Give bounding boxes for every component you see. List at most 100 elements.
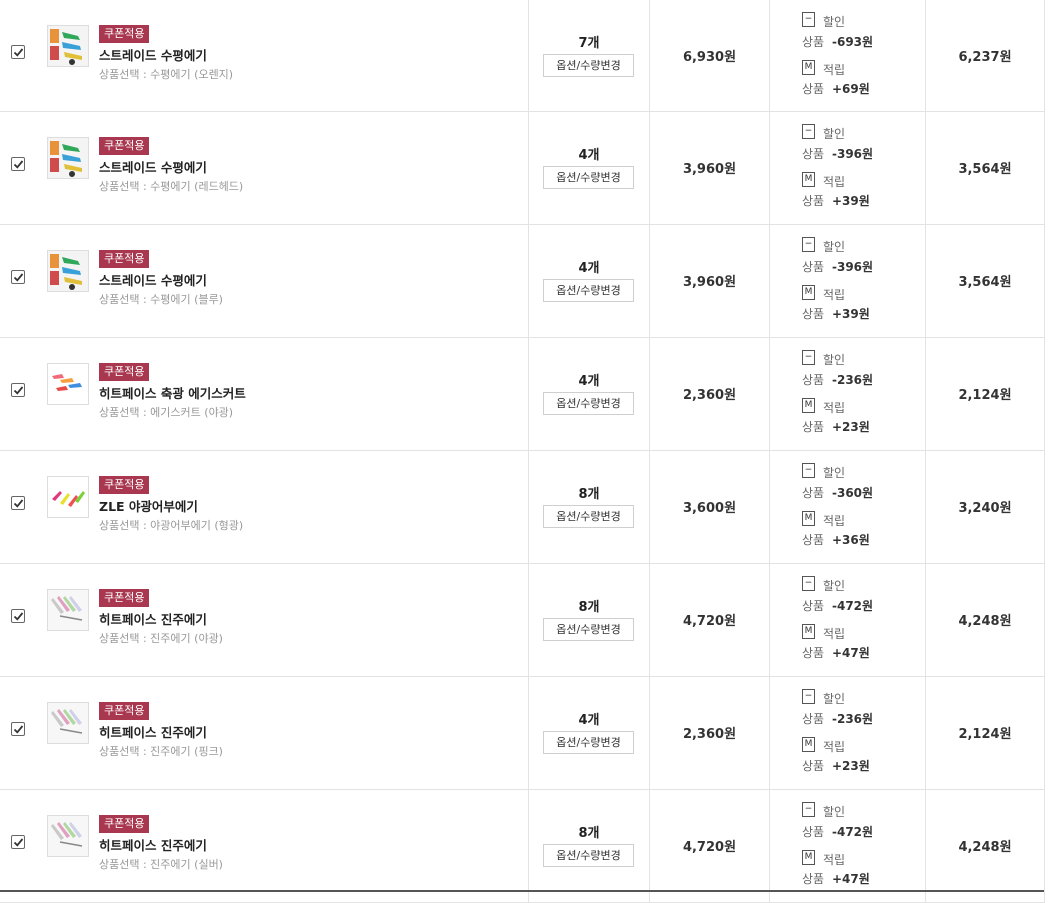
row-checkbox[interactable] [11, 383, 25, 397]
discount-amount: -693원 [832, 35, 874, 49]
product-name[interactable]: 스트레이드 수평에기 [99, 270, 207, 289]
product-name[interactable]: 히트페이스 진주에기 [99, 722, 207, 741]
select-cell [0, 0, 40, 111]
coupon-badge: 쿠폰적용 [99, 250, 150, 268]
points-label: 적립 [823, 514, 846, 528]
points-product-label: 상품 [802, 82, 825, 96]
points-product-label: 상품 [802, 194, 825, 208]
row-checkbox[interactable] [11, 157, 25, 171]
discount-icon: − [802, 802, 815, 817]
select-cell [0, 790, 40, 902]
change-option-button[interactable]: 옵션/수량변경 [543, 166, 634, 189]
product-name[interactable]: 히트페이스 진주에기 [99, 609, 207, 628]
row-checkbox[interactable] [11, 722, 25, 736]
quantity-cell: 4개 옵션/수량변경 [528, 225, 649, 337]
row-total: 3,564원 [958, 162, 1012, 177]
row-total: 6,237원 [958, 50, 1012, 65]
quantity-cell: 7개 옵션/수량변경 [528, 0, 649, 111]
benefit-cell: − 할인 상품 -236원 M 적립 상품 +23원 [769, 338, 925, 450]
price-cell: 6,930원 [649, 0, 769, 111]
product-name[interactable]: ZLE 야광어부에기 [99, 496, 198, 515]
product-price: 3,600원 [682, 501, 737, 516]
product-thumbnail[interactable] [47, 25, 89, 67]
discount-icon: − [802, 689, 815, 704]
total-cell: 4,248원 [925, 564, 1044, 676]
change-option-button[interactable]: 옵션/수량변경 [543, 54, 634, 77]
coupon-badge: 쿠폰적용 [99, 815, 150, 833]
change-option-button[interactable]: 옵션/수량변경 [543, 731, 634, 754]
check-icon [13, 725, 24, 734]
points-product-label: 상품 [802, 420, 825, 434]
points-amount: +23원 [832, 420, 870, 434]
discount-amount: -236원 [832, 373, 874, 387]
change-option-button[interactable]: 옵션/수량변경 [543, 844, 634, 867]
row-checkbox[interactable] [11, 45, 25, 59]
discount-amount: -472원 [832, 825, 874, 839]
points-product-label: 상품 [802, 759, 825, 773]
product-option: 상품선택 : 수평에기 (오렌지) [99, 68, 234, 81]
quantity-cell: 4개 옵션/수량변경 [528, 338, 649, 450]
row-checkbox[interactable] [11, 835, 25, 849]
check-icon [13, 273, 24, 282]
coupon-badge: 쿠폰적용 [99, 589, 150, 607]
product-option: 상품선택 : 진주에기 (실버) [99, 858, 223, 871]
quantity-value: 8개 [578, 600, 600, 615]
select-cell [0, 338, 40, 450]
product-name[interactable]: 히트페이스 진주에기 [99, 835, 207, 854]
product-cell: 쿠폰적용 히트페이스 진주에기 상품선택 : 진주에기 (실버) [40, 790, 528, 902]
product-thumbnail[interactable] [47, 137, 89, 179]
change-option-button[interactable]: 옵션/수량변경 [543, 279, 634, 302]
product-option: 상품선택 : 진주에기 (핑크) [99, 745, 223, 758]
points-amount: +47원 [832, 872, 870, 886]
price-cell: 3,600원 [649, 451, 769, 563]
coupon-badge: 쿠폰적용 [99, 363, 150, 381]
product-image [48, 703, 88, 743]
change-option-button[interactable]: 옵션/수량변경 [543, 392, 634, 415]
product-price: 6,930원 [682, 50, 737, 65]
quantity-cell: 8개 옵션/수량변경 [528, 564, 649, 676]
discount-icon: − [802, 124, 815, 139]
product-name[interactable]: 스트레이드 수평에기 [99, 45, 207, 64]
change-option-button[interactable]: 옵션/수량변경 [543, 505, 634, 528]
product-name[interactable]: 히트페이스 축광 에기스커트 [99, 383, 246, 402]
check-icon [13, 160, 24, 169]
product-thumbnail[interactable] [47, 815, 89, 857]
quantity-value: 8개 [578, 487, 600, 502]
row-checkbox[interactable] [11, 270, 25, 284]
cart-row: 쿠폰적용 히트페이스 진주에기 상품선택 : 진주에기 (야광) 8개 옵션/수… [0, 564, 1044, 677]
points-amount: +23원 [832, 759, 870, 773]
coupon-badge: 쿠폰적용 [99, 137, 150, 155]
row-total: 2,124원 [958, 727, 1012, 742]
product-price: 3,960원 [682, 162, 737, 177]
discount-icon: − [802, 237, 815, 252]
product-thumbnail[interactable] [47, 363, 89, 405]
row-checkbox[interactable] [11, 496, 25, 510]
discount-product-label: 상품 [802, 599, 825, 613]
product-thumbnail[interactable] [47, 702, 89, 744]
discount-label: 할인 [823, 579, 846, 593]
product-name[interactable]: 스트레이드 수평에기 [99, 157, 207, 176]
row-total: 2,124원 [958, 388, 1012, 403]
product-price: 4,720원 [682, 840, 737, 855]
quantity-value: 4개 [578, 261, 600, 276]
discount-label: 할인 [823, 805, 846, 819]
check-icon [13, 612, 24, 621]
product-thumbnail[interactable] [47, 250, 89, 292]
points-label: 적립 [823, 288, 846, 302]
points-label: 적립 [823, 627, 846, 641]
points-amount: +39원 [832, 307, 870, 321]
row-checkbox[interactable] [11, 609, 25, 623]
change-option-button[interactable]: 옵션/수량변경 [543, 618, 634, 641]
cart-row: 쿠폰적용 스트레이드 수평에기 상품선택 : 수평에기 (오렌지) 7개 옵션/… [0, 0, 1044, 112]
product-thumbnail[interactable] [47, 476, 89, 518]
points-label: 적립 [823, 401, 846, 415]
quantity-cell: 8개 옵션/수량변경 [528, 790, 649, 902]
points-label: 적립 [823, 175, 846, 189]
price-cell: 2,360원 [649, 338, 769, 450]
quantity-cell: 4개 옵션/수량변경 [528, 112, 649, 224]
quantity-value: 4개 [578, 713, 600, 728]
product-thumbnail[interactable] [47, 589, 89, 631]
discount-product-label: 상품 [802, 712, 825, 726]
points-label: 적립 [823, 63, 846, 77]
product-option: 상품선택 : 에기스커트 (야광) [99, 406, 234, 419]
